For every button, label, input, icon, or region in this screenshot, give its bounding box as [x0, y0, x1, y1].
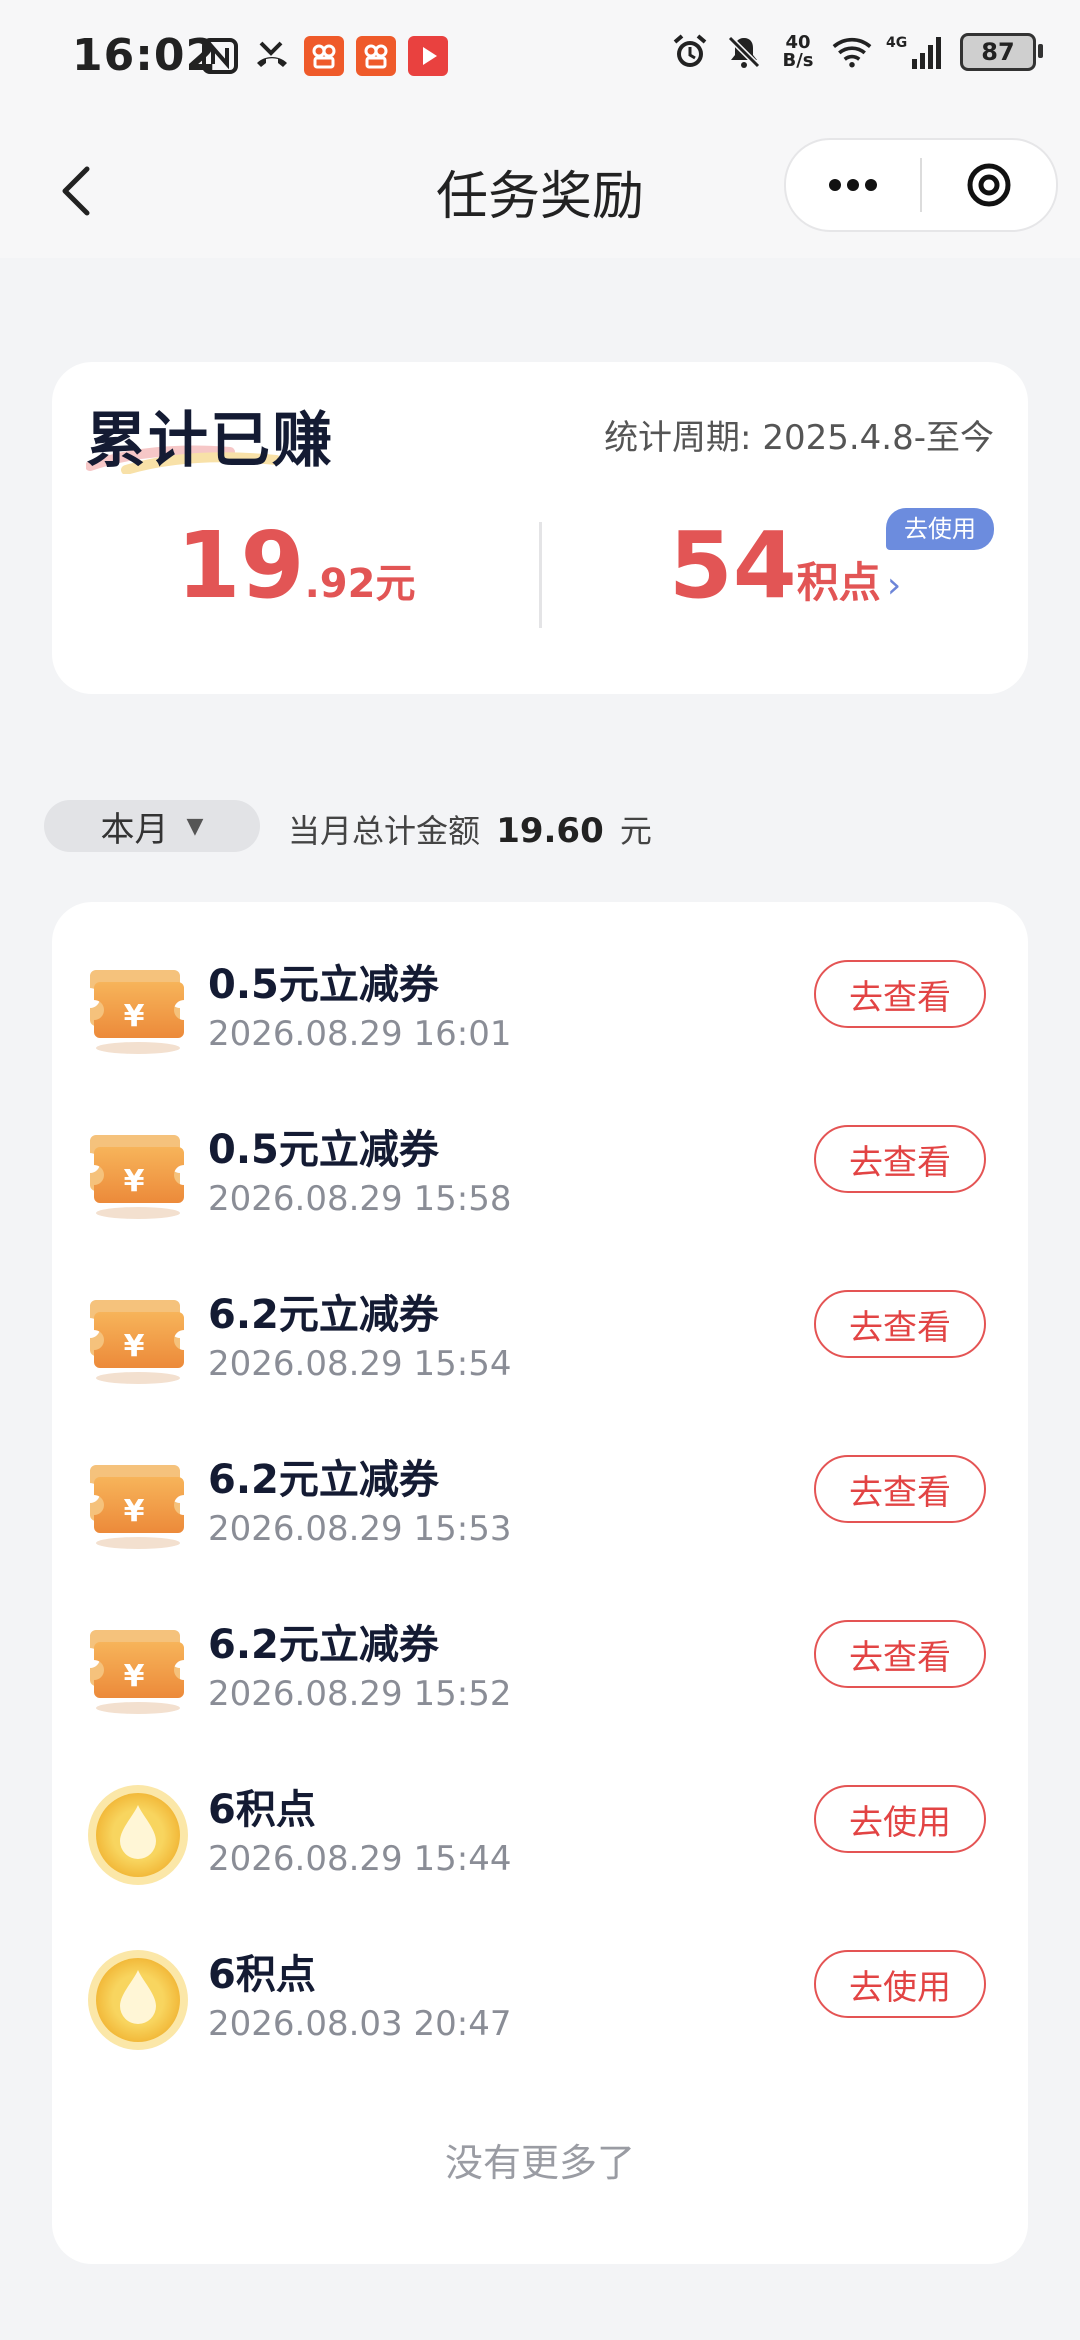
more-button[interactable]: [786, 140, 920, 230]
view-button[interactable]: 去查看: [814, 1290, 986, 1358]
view-button[interactable]: 去查看: [814, 1455, 986, 1523]
coupon-icon: ¥: [86, 1288, 190, 1392]
close-circle-icon: [967, 163, 1011, 207]
reward-name: 6积点: [208, 1952, 316, 1998]
money-unit: 元: [375, 561, 416, 607]
caret-down-icon: ▼: [186, 813, 204, 839]
nav-bar: 任务奖励: [0, 120, 1080, 258]
speed-unit: B/s: [782, 50, 814, 71]
statistics-period: 统计周期: 2025.4.8-至今: [604, 418, 994, 458]
reward-name: 6.2元立减券: [208, 1622, 439, 1668]
list-item: ¥ 0.5元立减券 2026.08.29 15:58 去查看: [52, 1093, 1028, 1257]
missed-call-icon: [252, 36, 292, 76]
coupon-icon: ¥: [86, 1618, 190, 1722]
svg-text:¥: ¥: [124, 1329, 145, 1364]
earnings-title: 累计已赚: [86, 406, 334, 476]
month-total-value: 19.60: [496, 811, 604, 851]
no-more-text: 没有更多了: [444, 2141, 635, 2185]
network-type: 4G: [886, 35, 907, 51]
chevron-right-icon: ›: [886, 565, 902, 606]
reward-time: 2026.08.29 15:52: [208, 1674, 512, 1714]
mute-bell-icon: [724, 32, 764, 72]
svg-text:¥: ¥: [124, 1659, 145, 1694]
status-bar: 16:02 40 B/s 4G 87: [0, 0, 1080, 120]
list-item: ¥ 6.2元立减券 2026.08.29 15:53 去查看: [52, 1423, 1028, 1587]
reward-name: 0.5元立减券: [208, 962, 439, 1008]
use-button[interactable]: 去使用: [814, 1950, 986, 2018]
wifi-icon: [832, 32, 872, 72]
use-points-badge[interactable]: 去使用: [886, 508, 994, 550]
reward-name: 6.2元立减券: [208, 1457, 439, 1503]
use-button[interactable]: 去使用: [814, 1785, 986, 1853]
earnings-title-group: 累计已赚: [86, 392, 346, 482]
signal-icon: 4G: [886, 32, 946, 72]
earnings-summary-card: 累计已赚 统计周期: 2025.4.8-至今 19.92元 54积点 › 去使用: [52, 362, 1028, 694]
view-button[interactable]: 去查看: [814, 1125, 986, 1193]
reward-time: 2026.08.03 20:47: [208, 2004, 512, 2044]
network-speed: 40 B/s: [778, 34, 818, 70]
points-unit: 积点: [796, 558, 881, 607]
reward-time: 2026.08.29 16:01: [208, 1014, 512, 1054]
coupon-icon: ¥: [86, 1453, 190, 1557]
points-coin-icon: [86, 1948, 190, 2052]
video-app-icon: [408, 36, 448, 76]
total-money[interactable]: 19.92元: [52, 512, 540, 619]
list-item: ¥ 0.5元立减券 2026.08.29 16:01 去查看: [52, 928, 1028, 1092]
svg-text:¥: ¥: [124, 1494, 145, 1529]
month-total-prefix: 当月总计金额: [288, 812, 481, 850]
list-item: 6积点 2026.08.29 15:44 去使用: [52, 1753, 1028, 1917]
reward-time: 2026.08.29 15:54: [208, 1344, 512, 1384]
list-item: 6积点 2026.08.03 20:47 去使用: [52, 1918, 1028, 2082]
mini-program-capsule: [784, 138, 1058, 232]
list-item: ¥ 6.2元立减券 2026.08.29 15:52 去查看: [52, 1588, 1028, 1752]
month-dropdown[interactable]: 本月 ▼: [44, 800, 260, 852]
status-right-icons: 40 B/s 4G 87: [670, 32, 1043, 72]
list-item: ¥ 6.2元立减券 2026.08.29 15:54 去查看: [52, 1258, 1028, 1422]
month-dropdown-label: 本月: [100, 809, 169, 850]
view-button[interactable]: 去查看: [814, 960, 986, 1028]
svg-text:¥: ¥: [124, 1164, 145, 1199]
reward-name: 0.5元立减券: [208, 1127, 439, 1173]
view-button[interactable]: 去查看: [814, 1620, 986, 1688]
points-coin-icon: [86, 1783, 190, 1887]
reward-name: 6.2元立减券: [208, 1292, 439, 1338]
reward-time: 2026.08.29 15:58: [208, 1179, 512, 1219]
rewards-list: 没有更多了 ¥ 0.5元立减券 2026.08.29 16:01 去查看 ¥ 0.5…: [52, 902, 1028, 2264]
reward-name: 6积点: [208, 1787, 316, 1833]
more-dots-icon: [829, 179, 877, 191]
month-total: 当月总计金额 19.60 元: [288, 806, 652, 852]
money-decimal: .92: [304, 561, 376, 607]
battery-indicator: 87: [960, 33, 1043, 71]
month-total-unit: 元: [619, 812, 652, 850]
coupon-icon: ¥: [86, 958, 190, 1062]
status-left-icons: [200, 36, 448, 76]
app-notification-icon: [304, 36, 344, 76]
alarm-icon: [670, 32, 710, 72]
points-value: 54: [668, 512, 797, 619]
coupon-icon: ¥: [86, 1123, 190, 1227]
close-button[interactable]: [922, 140, 1056, 230]
status-time: 16:02: [72, 30, 218, 81]
svg-text:¥: ¥: [124, 999, 145, 1034]
reward-time: 2026.08.29 15:53: [208, 1509, 512, 1549]
money-integer: 19: [176, 512, 305, 619]
app-notification-icon: [356, 36, 396, 76]
nfc-icon: [200, 36, 240, 76]
reward-time: 2026.08.29 15:44: [208, 1839, 512, 1879]
